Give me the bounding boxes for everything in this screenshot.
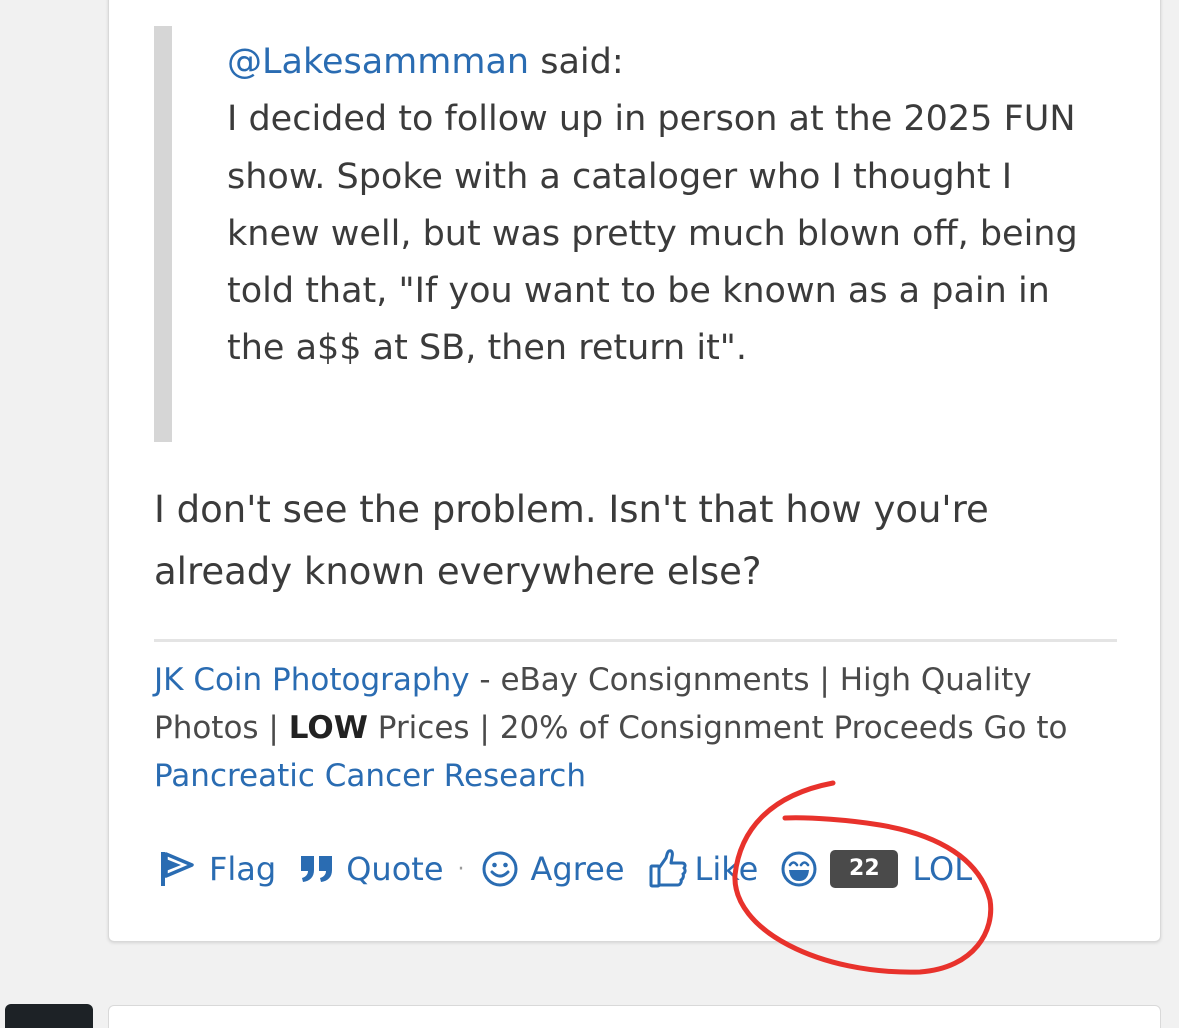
agree-smile-icon [481, 850, 519, 888]
thumbs-up-icon [649, 849, 687, 889]
lol-button[interactable]: 22 LOL [780, 850, 972, 888]
signature-link-pancreatic-cancer[interactable]: Pancreatic Cancer Research [154, 758, 586, 794]
signature-divider [154, 639, 1117, 642]
quote-label: Quote [346, 850, 444, 888]
quote-icon [300, 854, 334, 884]
like-button[interactable]: Like [649, 849, 759, 889]
post-card: @Lakesammman said: I decided to follow u… [108, 0, 1161, 942]
quote-author-link[interactable]: @Lakesammman [227, 42, 529, 82]
lol-count-badge: 22 [830, 850, 899, 888]
reply-text: I don't see the problem. Isn't that how … [154, 488, 989, 593]
flag-icon [159, 850, 195, 888]
quote-button[interactable]: Quote [300, 850, 444, 888]
like-label: Like [694, 850, 759, 888]
agree-label: Agree [530, 850, 625, 888]
quote-said-label: said: [540, 42, 624, 82]
action-separator: · [457, 856, 465, 882]
quote-block: @Lakesammman said: I decided to follow u… [154, 26, 1094, 442]
lol-label: LOL [912, 850, 973, 888]
signature-link-jk-coin-photography[interactable]: JK Coin Photography [154, 662, 470, 698]
laughing-face-icon [780, 850, 818, 888]
flag-button[interactable]: Flag [159, 850, 276, 888]
agree-button[interactable]: Agree [481, 850, 625, 888]
signature: JK Coin Photography - eBay Consignments … [154, 656, 1114, 800]
post-actions: Flag Quote · Agree Like 22 LOL [159, 844, 972, 894]
flag-label: Flag [209, 850, 277, 888]
avatar[interactable] [5, 1004, 93, 1028]
quote-content: @Lakesammman said: I decided to follow u… [227, 34, 1087, 378]
next-post-card [108, 1005, 1161, 1028]
signature-text-2: Prices | 20% of Consignment Proceeds Go … [367, 710, 1068, 746]
signature-bold-low: LOW [288, 710, 368, 746]
quote-body: I decided to follow up in person at the … [227, 99, 1078, 369]
